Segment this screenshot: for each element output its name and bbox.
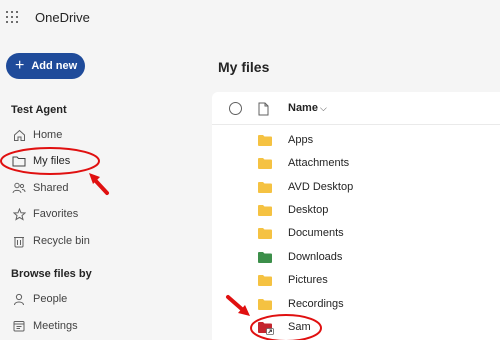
add-new-label: Add new [31, 60, 78, 72]
add-new-button[interactable]: + Add new [6, 53, 85, 79]
sidebar-item-my-files[interactable]: My files [8, 151, 188, 171]
sidebar-item-label: Favorites [33, 208, 79, 220]
file-name: Desktop [288, 204, 329, 216]
file-row[interactable]: Desktop [258, 201, 498, 219]
trash-icon [12, 234, 26, 248]
sidebar-item-label: People [33, 293, 68, 305]
sidebar-item-label: Meetings [33, 320, 78, 332]
file-name: Pictures [288, 274, 328, 286]
sidebar-item-home[interactable]: Home [8, 125, 188, 145]
sidebar-item-shared[interactable]: Shared [8, 178, 188, 198]
shared-people-icon [12, 181, 26, 195]
file-row[interactable]: Apps [258, 131, 498, 149]
star-icon [12, 207, 26, 221]
page-title: My files [218, 59, 270, 75]
file-row[interactable]: Pictures [258, 271, 498, 289]
sidebar-item-label: Shared [33, 182, 69, 194]
folder-icon [258, 274, 272, 286]
file-row[interactable]: Sam [258, 318, 498, 336]
sidebar-item-favorites[interactable]: Favorites [8, 204, 188, 224]
file-name: Attachments [288, 157, 350, 169]
file-name: Documents [288, 227, 344, 239]
folder-icon [258, 204, 272, 216]
name-column-header[interactable]: Name [288, 102, 318, 114]
folder-icon [258, 157, 272, 169]
file-row[interactable]: Documents [258, 224, 498, 242]
calendar-icon [12, 319, 26, 333]
app-title[interactable]: OneDrive [35, 10, 90, 25]
folder-icon [258, 181, 272, 193]
select-all-checkbox[interactable] [229, 102, 242, 115]
file-name: Recordings [288, 298, 344, 310]
file-row[interactable]: Attachments [258, 154, 498, 172]
shared-folder-icon [258, 321, 274, 335]
home-icon [12, 128, 26, 142]
sidebar-item-label: My files [33, 155, 71, 167]
chevron-down-icon[interactable]: ⌵ [320, 103, 327, 114]
folder-icon [12, 154, 26, 168]
file-name: Downloads [288, 251, 343, 263]
file-row[interactable]: AVD Desktop [258, 178, 498, 196]
sidebar-item-meetings[interactable]: Meetings [8, 316, 188, 336]
folder-icon [258, 227, 272, 239]
file-name: AVD Desktop [288, 181, 354, 193]
app-launcher-icon[interactable] [6, 11, 18, 23]
file-name: Apps [288, 134, 314, 146]
plus-icon: + [15, 57, 25, 74]
folder-icon [258, 251, 272, 263]
sidebar-item-label: Recycle bin [33, 235, 90, 247]
browse-heading: Browse files by [11, 268, 92, 280]
file-name: Sam [288, 321, 311, 333]
file-row[interactable]: Downloads [258, 248, 498, 266]
top-bar: OneDrive [0, 0, 500, 36]
sidebar-item-label: Home [33, 129, 63, 141]
account-heading: Test Agent [11, 104, 67, 116]
person-icon [12, 292, 26, 306]
file-row[interactable]: Recordings [258, 295, 498, 313]
sidebar-item-recycle-bin[interactable]: Recycle bin [8, 231, 188, 251]
file-type-icon [258, 102, 269, 121]
sidebar-item-people[interactable]: People [8, 289, 188, 309]
folder-icon [258, 134, 272, 146]
folder-icon [258, 298, 272, 310]
divider [212, 124, 500, 125]
